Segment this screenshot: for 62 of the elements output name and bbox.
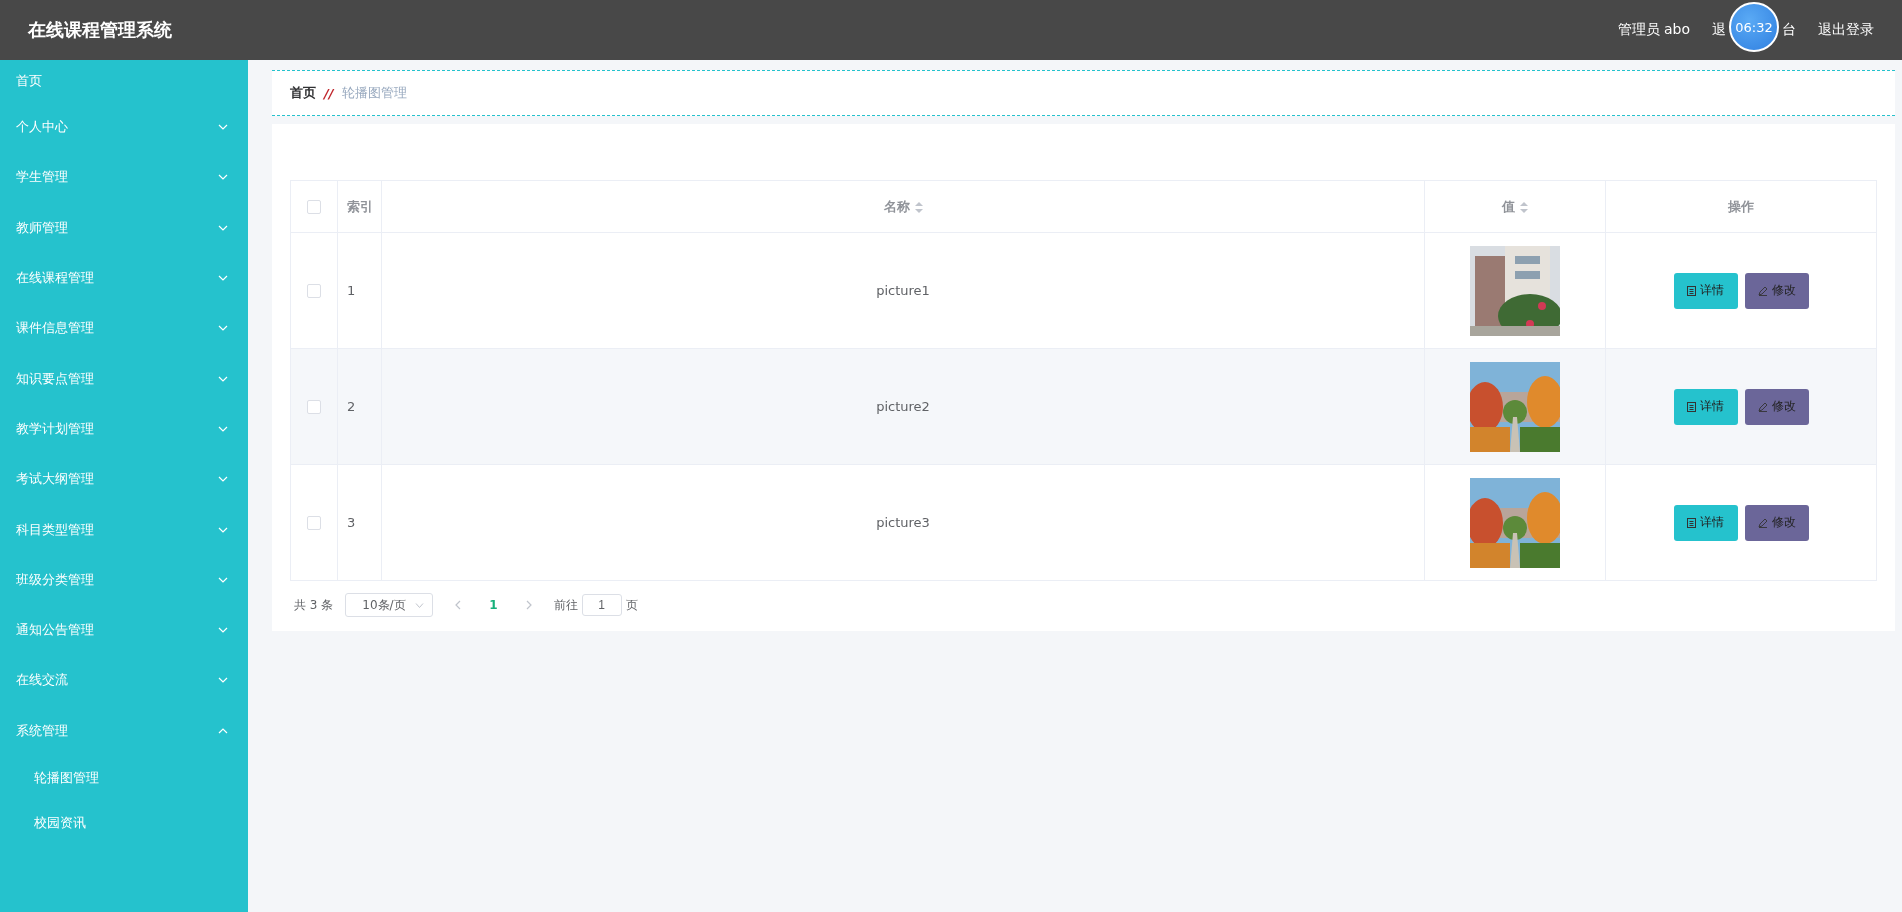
sort-icon[interactable] bbox=[1520, 201, 1528, 213]
goto-suffix: 页 bbox=[625, 596, 638, 614]
select-all-checkbox[interactable] bbox=[307, 200, 321, 215]
sidebar-item[interactable]: 学生管理 bbox=[0, 152, 248, 203]
sidebar-item[interactable]: 在线交流 bbox=[0, 655, 248, 706]
user-label: 管理员 abo bbox=[1617, 21, 1690, 39]
next-page-icon[interactable] bbox=[525, 600, 532, 610]
table-cell: 3 bbox=[337, 464, 382, 581]
table-cell: picture3 bbox=[381, 464, 1425, 581]
sidebar-item[interactable]: 个人中心 bbox=[0, 102, 248, 153]
breadcrumb-home[interactable]: 首页 bbox=[290, 84, 316, 102]
page-size-select[interactable]: 10条/页 bbox=[345, 593, 434, 617]
column-header: 操作 bbox=[1605, 180, 1877, 233]
pencil-icon bbox=[1757, 517, 1768, 528]
sidebar-item[interactable]: 教学计划管理 bbox=[0, 403, 248, 455]
column-header[interactable]: 名称 bbox=[381, 180, 1425, 233]
total-count: 共 3 条 bbox=[294, 596, 334, 614]
sidebar-item[interactable]: 系统管理 bbox=[0, 705, 248, 756]
goto-label: 前往 bbox=[553, 596, 578, 614]
pencil-icon bbox=[1757, 401, 1768, 412]
row-checkbox[interactable] bbox=[307, 284, 321, 299]
breadcrumb-separator: // bbox=[324, 85, 334, 101]
detail-button[interactable]: 详情 bbox=[1673, 272, 1738, 309]
sidebar-item[interactable]: 教师管理 bbox=[0, 202, 248, 253]
logout-link[interactable]: 退出登录 bbox=[1818, 21, 1874, 39]
table-cell: 1 bbox=[337, 232, 382, 349]
column-header: 索引 bbox=[337, 180, 382, 233]
page-number[interactable]: 1 bbox=[483, 598, 504, 612]
table-cell: 2 bbox=[337, 348, 382, 465]
sidebar-item[interactable]: 知识要点管理 bbox=[0, 353, 248, 404]
sidebar-item[interactable]: 考试大纲管理 bbox=[0, 454, 248, 505]
sidebar-item[interactable]: 首页 bbox=[0, 60, 248, 102]
edit-button[interactable]: 修改 bbox=[1744, 272, 1809, 309]
table-cell: picture1 bbox=[381, 232, 1425, 349]
breadcrumb-current: 轮播图管理 bbox=[341, 84, 407, 102]
column-header[interactable]: 值 bbox=[1424, 180, 1606, 233]
edit-button[interactable]: 修改 bbox=[1744, 504, 1809, 541]
detail-button[interactable]: 详情 bbox=[1673, 388, 1738, 425]
edit-button[interactable]: 修改 bbox=[1744, 388, 1809, 425]
table-cell: picture2 bbox=[381, 348, 1425, 465]
timer-badge: 06:32 bbox=[1729, 2, 1779, 52]
previous-page-icon[interactable] bbox=[455, 600, 462, 610]
sidebar-item[interactable]: 通知公告管理 bbox=[0, 604, 248, 656]
document-icon bbox=[1687, 517, 1696, 528]
front-link-end[interactable]: 台 bbox=[1782, 21, 1796, 39]
detail-button[interactable]: 详情 bbox=[1673, 504, 1738, 541]
sidebar-item[interactable]: 班级分类管理 bbox=[0, 554, 248, 605]
sidebar-subitem[interactable]: 校园资讯 bbox=[0, 800, 248, 846]
pencil-icon bbox=[1757, 285, 1768, 296]
sidebar-item[interactable]: 科目类型管理 bbox=[0, 504, 248, 555]
row-checkbox[interactable] bbox=[307, 400, 321, 415]
app-title: 在线课程管理系统 bbox=[28, 18, 172, 42]
sort-icon[interactable] bbox=[914, 201, 923, 213]
front-link-start[interactable]: 退 bbox=[1712, 21, 1726, 39]
document-icon bbox=[1687, 401, 1696, 412]
goto-page-field[interactable]: 1 bbox=[581, 594, 622, 616]
sidebar-item[interactable]: 在线课程管理 bbox=[0, 252, 248, 304]
row-checkbox[interactable] bbox=[307, 516, 321, 531]
sidebar-item[interactable]: 课件信息管理 bbox=[0, 303, 248, 354]
sidebar-subitem[interactable]: 轮播图管理 bbox=[0, 755, 248, 801]
document-icon bbox=[1687, 285, 1696, 296]
chevron-down-icon bbox=[415, 602, 425, 608]
